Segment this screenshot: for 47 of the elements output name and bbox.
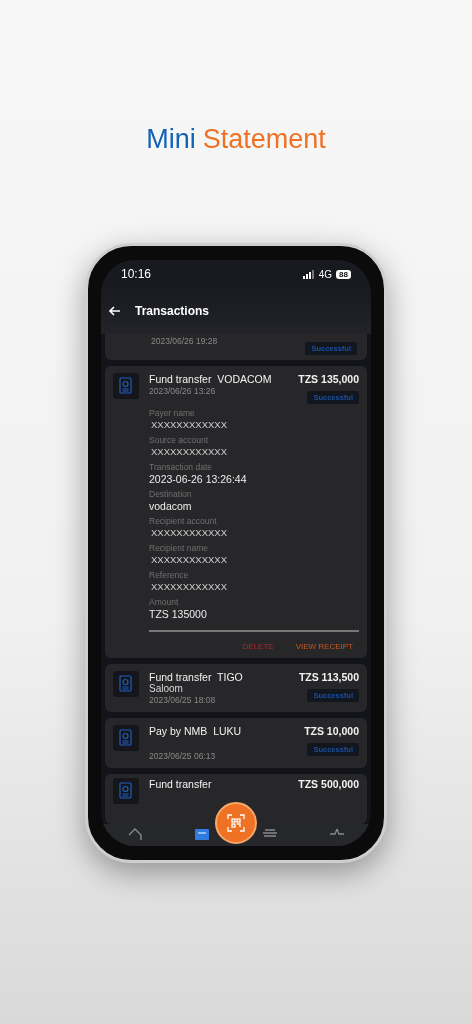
detail-value: TZS 135000	[149, 608, 208, 620]
detail-value: XXXXXXXXXXXX	[150, 581, 229, 593]
transaction-date: 2023/06/26 13:26	[149, 386, 217, 396]
detail-value: 2023-06-26 13:26:44	[149, 473, 248, 485]
detail-label: Amount	[149, 597, 180, 607]
battery-level: 88	[336, 269, 351, 279]
transaction-amount: TZS 113,500	[298, 671, 359, 683]
qr-code-icon	[227, 814, 245, 832]
document-icon	[118, 782, 134, 800]
detail-value: XXXXXXXXXXXX	[150, 446, 229, 458]
back-arrow-icon[interactable]	[109, 306, 121, 316]
headline: Mini Statement	[146, 124, 326, 156]
network-label: 4G	[318, 268, 333, 280]
detail-value: XXXXXXXXXXXX	[150, 554, 229, 566]
detail-label: Recipient name	[149, 543, 210, 553]
home-icon	[126, 828, 143, 840]
transaction-title: Fund transfer VODACOM	[149, 373, 272, 385]
transaction-date: 2023/06/26 19:28	[151, 336, 218, 346]
clock-time: 10:16	[121, 267, 152, 281]
detail-value: XXXXXXXXXXXX	[150, 527, 229, 539]
transaction-card[interactable]: Fund transfer TZS 500,000	[105, 774, 367, 824]
detail-label: Payer name	[149, 408, 196, 418]
transaction-card[interactable]	[105, 366, 367, 658]
transaction-amount: TZS 10,000	[304, 725, 359, 737]
detail-label: Recipient account	[149, 516, 218, 526]
transaction-date: 2023/06/25 06:13	[149, 751, 217, 761]
transaction-amount: TZS 135,000	[298, 373, 359, 385]
transaction-title: Fund transfer TIGO	[149, 671, 243, 683]
detail-label: Source account	[149, 435, 210, 445]
view-receipt-button[interactable]: VIEW RECEIPT	[295, 642, 353, 651]
screen-title: Transactions	[135, 304, 210, 318]
document-icon	[118, 729, 134, 747]
detail-label: Destination	[149, 489, 193, 499]
scan-button[interactable]	[215, 802, 257, 844]
transaction-amount: TZS 500,000	[298, 778, 359, 790]
detail-value: XXXXXXXXXXXX	[150, 419, 229, 431]
document-icon	[118, 675, 134, 693]
detail-label: Transaction date	[149, 462, 213, 472]
detail-label: Reference	[149, 570, 190, 580]
detail-value: vodacom	[149, 500, 193, 512]
transaction-title: Pay by NMB LUKU	[149, 725, 242, 737]
document-icon	[118, 377, 134, 395]
signal-icon	[302, 269, 315, 279]
transaction-title: Fund transfer	[149, 778, 212, 790]
transaction-date: 2023/06/25 18:08	[149, 695, 217, 705]
transaction-subtitle: Saloom	[149, 683, 184, 694]
statement-icon	[194, 828, 211, 840]
